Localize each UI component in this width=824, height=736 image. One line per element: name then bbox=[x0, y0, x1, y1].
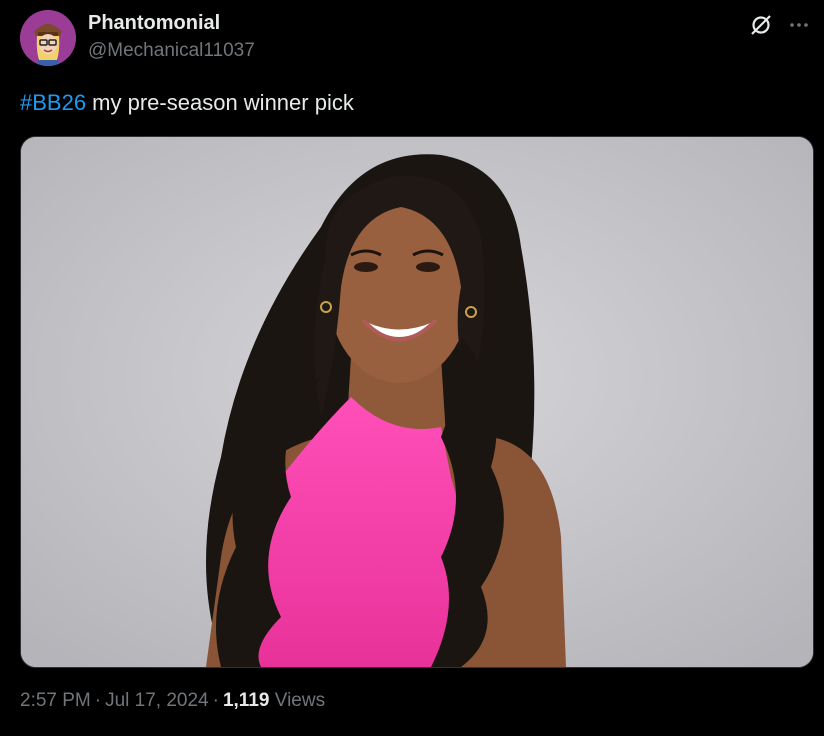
views-label: Views bbox=[274, 690, 326, 711]
meta-separator: · bbox=[94, 690, 102, 711]
photo-image bbox=[21, 137, 813, 667]
tweet-text: #BB26 my pre-season winner pick bbox=[20, 90, 354, 116]
tweet-body: my pre-season winner pick bbox=[86, 90, 354, 115]
display-name[interactable]: Phantomonial bbox=[88, 12, 220, 35]
views-count[interactable]: 1,119 bbox=[223, 690, 270, 711]
hashtag-link[interactable]: #BB26 bbox=[20, 90, 86, 115]
avatar[interactable] bbox=[20, 10, 76, 66]
grok-icon[interactable] bbox=[748, 12, 774, 38]
tweet-meta: 2:57 PM · Jul 17, 2024 · 1,119 Views bbox=[20, 690, 325, 712]
meta-separator: · bbox=[212, 690, 219, 711]
avatar-image bbox=[20, 10, 76, 66]
tweet-photo[interactable] bbox=[20, 136, 814, 668]
user-handle[interactable]: @Mechanical11037 bbox=[88, 40, 255, 62]
more-options-icon[interactable] bbox=[786, 12, 812, 38]
tweet-date[interactable]: Jul 17, 2024 bbox=[105, 690, 209, 711]
tweet-time[interactable]: 2:57 PM bbox=[20, 690, 91, 711]
